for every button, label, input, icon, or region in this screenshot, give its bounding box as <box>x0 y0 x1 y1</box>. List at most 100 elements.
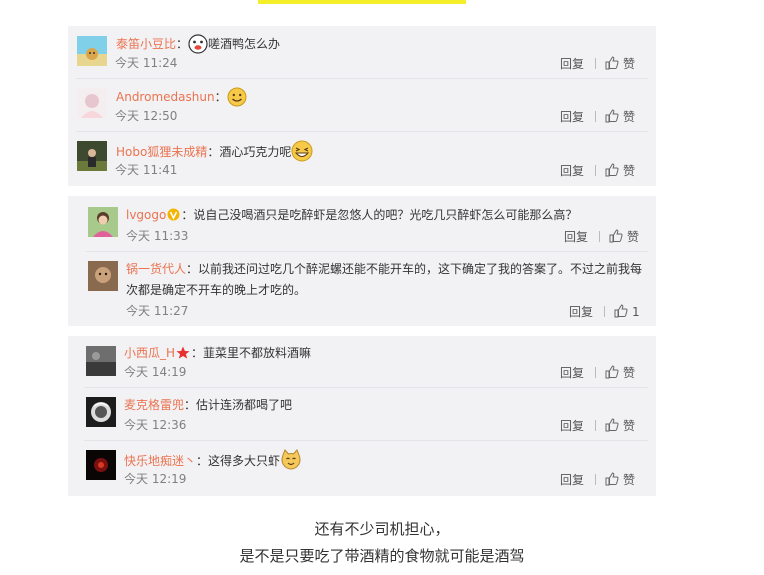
top-highlight-bar <box>258 0 466 4</box>
thumbs-up-icon <box>605 472 619 486</box>
comment-time: 今天 12:36 <box>124 418 187 432</box>
action-divider <box>595 420 597 431</box>
comment-username[interactable]: Hobo狐狸未成精 <box>116 145 207 159</box>
comment-username[interactable]: lvgogo <box>126 208 166 222</box>
thumbs-up-icon <box>605 163 619 177</box>
like-button[interactable]: 赞 <box>609 228 639 245</box>
avatar[interactable] <box>86 346 116 376</box>
comment-text-line-2: 次都是确定不开车的晚上才吃的。 <box>126 283 307 297</box>
comment-time: 今天 12:50 <box>115 109 178 123</box>
comment-username[interactable]: 小西瓜_H <box>124 346 175 360</box>
reply-button[interactable]: 回复 <box>560 163 584 179</box>
comment-time: 今天 11:41 <box>115 163 178 177</box>
like-label: 赞 <box>627 229 640 244</box>
comment-item: 快乐地痴迷丶：这得多大只虾 今天 12:19 回复赞 <box>68 441 656 496</box>
reply-button[interactable]: 回复 <box>560 109 584 125</box>
comment-item: Andromedashun： 今天 12:50 回复赞 <box>68 79 656 131</box>
comment-text: 韮菜里不都放料酒嘛 <box>203 346 312 360</box>
caption-line-1: 还有不少司机担心， <box>314 520 450 538</box>
thumbs-up-icon <box>605 56 619 70</box>
avatar[interactable] <box>77 88 107 118</box>
thumbs-up-icon <box>605 109 619 123</box>
action-divider <box>599 231 601 242</box>
vip-badge-icon <box>167 208 180 226</box>
avatar[interactable] <box>88 261 118 291</box>
comment-text: 说自己没喝酒只是吃醉虾是忽悠人的吧？光吃几只醉虾怎么可能那么高？ <box>193 208 578 222</box>
comment-text: 估计连汤都喝了吧 <box>196 398 293 412</box>
reply-button[interactable]: 回复 <box>560 365 584 381</box>
comment-actions: 回复 赞 <box>560 471 635 488</box>
caption-line-2: 是不是只要吃了带酒精的食物就可能是酒驾 <box>239 547 525 565</box>
comment-actions: 回复 赞 <box>560 417 635 434</box>
comment-panel-1: 泰笛小豆比： 嗟酒鸭怎么办 今天 11:24 回复赞 Andromedashun… <box>68 26 656 186</box>
comment-panel-3: 小西瓜_H ：韮菜里不都放料酒嘛 今天 14:19 回复赞 麦克格雷兜：估计连汤… <box>68 336 656 496</box>
comment-time: 今天 11:27 <box>126 304 189 318</box>
comment-text: 酒心巧克力呢 <box>219 145 292 159</box>
comment-username[interactable]: 麦克格雷兜 <box>124 398 184 412</box>
comment-item: 泰笛小豆比： 嗟酒鸭怎么办 今天 11:24 回复赞 <box>68 26 656 78</box>
comment-time: 今天 14:19 <box>124 365 187 379</box>
like-label: 赞 <box>623 472 636 487</box>
comment-text-line-1: 以前我还问过吃几个醉泥螺还能不能开车的，这下确定了我的答案了。不过之前我每 <box>198 262 643 276</box>
like-button[interactable]: 赞 <box>605 55 635 72</box>
like-button[interactable]: 赞 <box>605 364 635 381</box>
avatar[interactable] <box>86 450 116 480</box>
like-button[interactable]: 赞 <box>605 471 635 488</box>
comment-actions: 回复 赞 <box>564 228 639 245</box>
action-divider <box>595 474 597 485</box>
comment-username[interactable]: 快乐地痴迷丶 <box>124 454 196 468</box>
reply-button[interactable]: 回复 <box>560 56 584 72</box>
comment-actions: 回复 赞 <box>560 108 635 125</box>
like-label: 赞 <box>623 109 636 124</box>
comment-actions: 回复 1 <box>569 303 640 320</box>
like-count: 1 <box>632 304 640 319</box>
thumbs-up-icon <box>605 418 619 432</box>
comment-username[interactable]: 泰笛小豆比 <box>116 37 176 51</box>
like-label: 赞 <box>623 163 636 178</box>
laughing-face-emoji-icon <box>291 140 313 167</box>
thumbs-up-icon <box>609 229 623 243</box>
comment-time: 今天 11:33 <box>126 229 189 243</box>
like-button[interactable]: 赞 <box>605 417 635 434</box>
comment-text: 嗟酒鸭怎么办 <box>208 37 281 51</box>
like-button[interactable]: 1 <box>614 303 640 320</box>
comment-item: lvgogo ：说自己没喝酒只是吃醉虾是忽悠人的吧？光吃几只醉虾怎么可能那么高？… <box>68 196 656 251</box>
like-button[interactable]: 赞 <box>605 162 635 179</box>
grin-face-emoji-icon <box>227 87 247 112</box>
comment-item: 锅一货代人：以前我还问过吃几个醉泥螺还能不能开车的，这下确定了我的答案了。不过之… <box>68 252 656 326</box>
comment-time: 今天 12:19 <box>124 472 187 486</box>
doge-face-emoji-icon <box>188 34 208 59</box>
cat-face-emoji-icon <box>280 449 302 476</box>
comment-time: 今天 11:24 <box>115 56 178 70</box>
comment-item: Hobo狐狸未成精：酒心巧克力呢 今天 11:41 回复赞 <box>68 132 656 186</box>
comment-panel-2: lvgogo ：说自己没喝酒只是吃醉虾是忽悠人的吧？光吃几只醉虾怎么可能那么高？… <box>68 196 656 326</box>
comment-username[interactable]: Andromedashun <box>116 90 215 104</box>
reply-button[interactable]: 回复 <box>560 418 584 434</box>
action-divider <box>595 58 597 69</box>
avatar[interactable] <box>88 207 118 237</box>
thumbs-up-icon <box>605 365 619 379</box>
action-divider <box>595 367 597 378</box>
comment-actions: 回复 赞 <box>560 364 635 381</box>
avatar[interactable] <box>77 141 107 171</box>
like-label: 赞 <box>623 365 636 380</box>
comment-item: 小西瓜_H ：韮菜里不都放料酒嘛 今天 14:19 回复赞 <box>68 336 656 387</box>
thumbs-up-icon <box>614 304 628 318</box>
avatar[interactable] <box>77 36 107 66</box>
comment-actions: 回复 赞 <box>560 55 635 72</box>
reply-button[interactable]: 回复 <box>560 472 584 488</box>
avatar[interactable] <box>86 397 116 427</box>
action-divider <box>595 111 597 122</box>
like-label: 赞 <box>623 418 636 433</box>
action-divider <box>595 165 597 176</box>
comment-item: 麦克格雷兜：估计连汤都喝了吧 今天 12:36 回复赞 <box>68 388 656 440</box>
comment-actions: 回复 赞 <box>560 162 635 179</box>
like-label: 赞 <box>623 56 636 71</box>
reply-button[interactable]: 回复 <box>569 304 593 320</box>
like-button[interactable]: 赞 <box>605 108 635 125</box>
reply-button[interactable]: 回复 <box>564 229 588 245</box>
comment-text: 这得多大只虾 <box>208 454 281 468</box>
action-divider <box>604 306 606 317</box>
comment-username[interactable]: 锅一货代人 <box>126 262 186 276</box>
red-star-badge-icon <box>176 346 190 364</box>
